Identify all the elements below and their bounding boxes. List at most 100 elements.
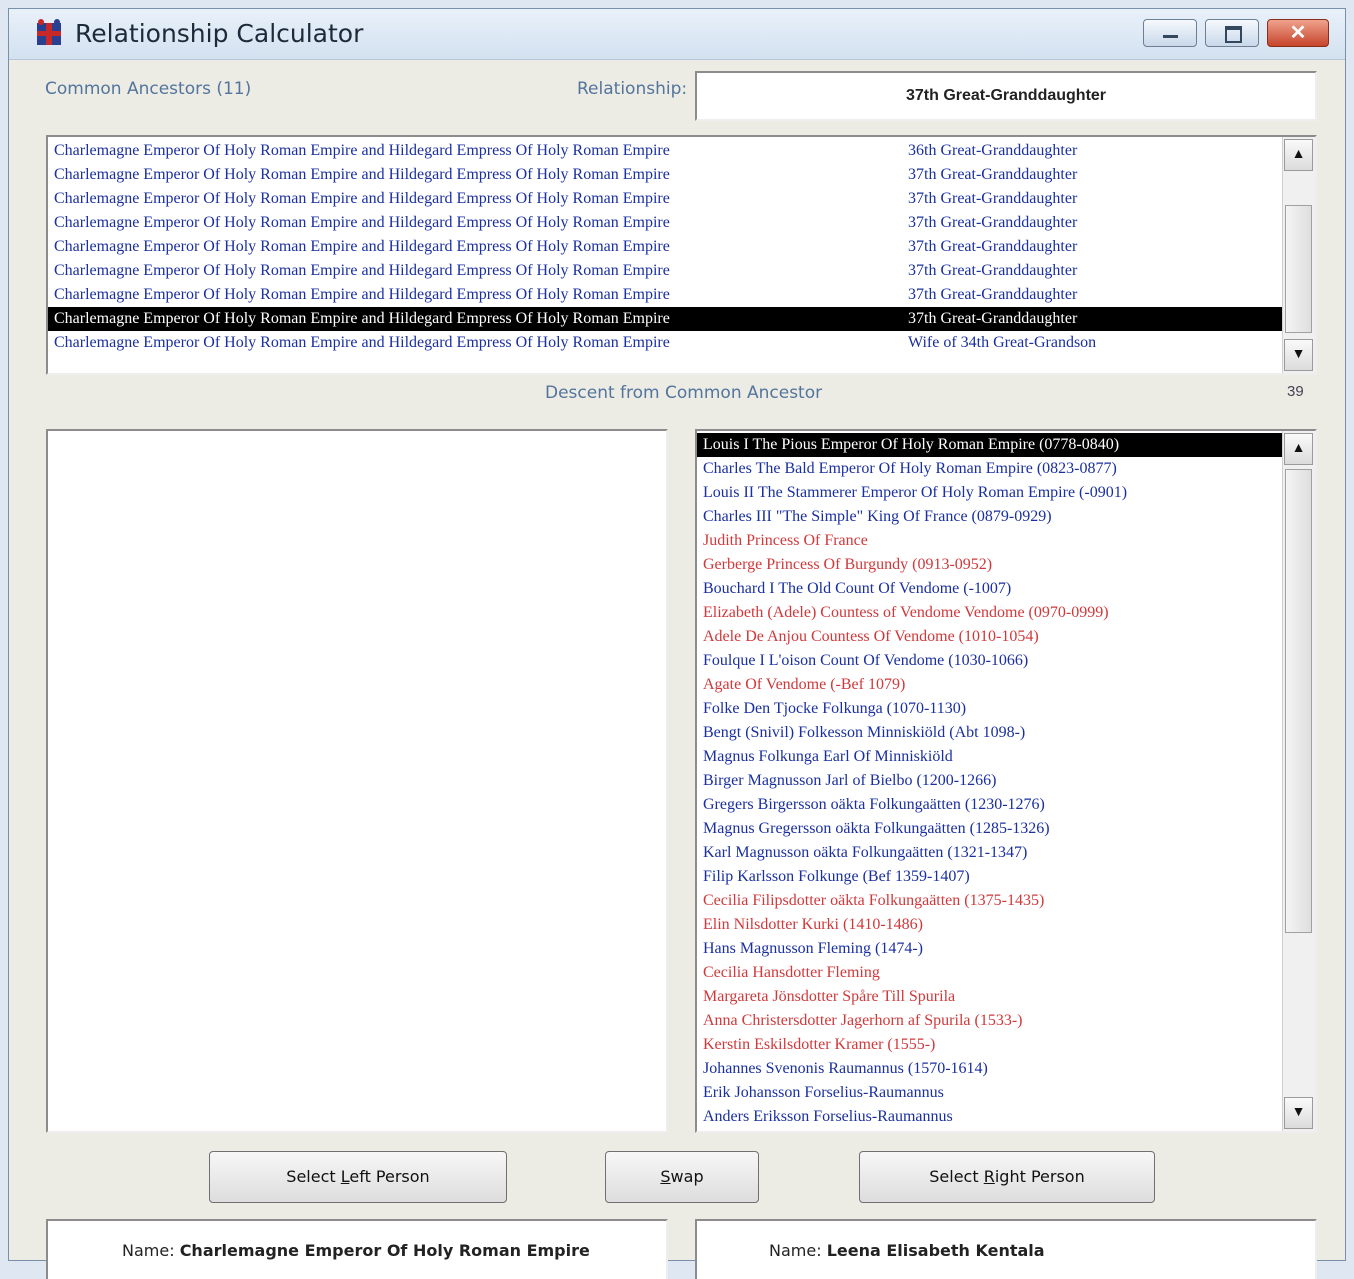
title-bar: Relationship Calculator ✕ bbox=[9, 9, 1345, 60]
descent-row[interactable]: Gregers Birgersson oäkta Folkungaätten (… bbox=[697, 793, 1283, 817]
ancestor-relationship: 37th Great-Granddaughter bbox=[908, 238, 1078, 255]
relationship-value: 37th Great-Granddaughter bbox=[695, 71, 1317, 121]
descent-row[interactable]: Birger Magnusson Jarl of Bielbo (1200-12… bbox=[697, 769, 1283, 793]
scroll-down-button[interactable]: ▼ bbox=[1284, 339, 1313, 371]
ancestor-row[interactable]: Charlemagne Emperor Of Holy Roman Empire… bbox=[48, 139, 1283, 163]
descent-row[interactable]: Erik Johansson Forselius-Raumannus bbox=[697, 1081, 1283, 1105]
descent-row[interactable]: Margareta Jönsdotter Spåre Till Spurila bbox=[697, 985, 1283, 1009]
descent-row[interactable]: Elizabeth (Adele) Countess of Vendome Ve… bbox=[697, 601, 1283, 625]
btn-text: wap bbox=[670, 1167, 704, 1186]
descent-row[interactable]: Foulque I L'oison Count Of Vendome (1030… bbox=[697, 649, 1283, 673]
descent-person: Gregers Birgersson oäkta Folkungaätten (… bbox=[703, 796, 1045, 813]
left-person-name-line: Name: Charlemagne Emperor Of Holy Roman … bbox=[122, 1241, 590, 1260]
ancestor-row[interactable]: Charlemagne Emperor Of Holy Roman Empire… bbox=[48, 259, 1283, 283]
descent-row[interactable]: Charles III "The Simple" King Of France … bbox=[697, 505, 1283, 529]
ancestor-row[interactable]: Charlemagne Emperor Of Holy Roman Empire… bbox=[48, 163, 1283, 187]
descent-row[interactable]: Filip Karlsson Folkunge (Bef 1359-1407) bbox=[697, 865, 1283, 889]
descent-row[interactable]: Karl Magnusson oäkta Folkungaätten (1321… bbox=[697, 841, 1283, 865]
ancestor-row[interactable]: Charlemagne Emperor Of Holy Roman Empire… bbox=[48, 307, 1283, 331]
btn-text: ight Person bbox=[994, 1167, 1085, 1186]
descent-row[interactable]: Judith Princess Of France bbox=[697, 529, 1283, 553]
ancestor-row[interactable]: Charlemagne Emperor Of Holy Roman Empire… bbox=[48, 187, 1283, 211]
descent-person: Erik Johansson Forselius-Raumannus bbox=[703, 1084, 944, 1101]
descent-row[interactable]: Bengt (Snivil) Folkesson Minniskiöld (Ab… bbox=[697, 721, 1283, 745]
descent-person: Louis I The Pious Emperor Of Holy Roman … bbox=[703, 436, 1120, 453]
descent-row[interactable]: Magnus Gregersson oäkta Folkungaätten (1… bbox=[697, 817, 1283, 841]
descent-row[interactable]: Louis I The Pious Emperor Of Holy Roman … bbox=[697, 433, 1283, 457]
descent-row[interactable]: Magnus Folkunga Earl Of Minniskiöld bbox=[697, 745, 1283, 769]
descent-person: Filip Karlsson Folkunge (Bef 1359-1407) bbox=[703, 868, 970, 885]
select-right-person-button[interactable]: Select Right Person bbox=[859, 1151, 1155, 1203]
descent-person: Margareta Jönsdotter Spåre Till Spurila bbox=[703, 988, 956, 1005]
descent-scrollbar[interactable]: ▲ ▼ bbox=[1282, 431, 1315, 1131]
descent-person: Karl Magnusson oäkta Folkungaätten (1321… bbox=[703, 844, 1028, 861]
relationship-calculator-window: Relationship Calculator ✕ Common Ancesto… bbox=[8, 8, 1346, 1279]
left-descent-list[interactable] bbox=[46, 429, 668, 1133]
common-ancestors-label: Common Ancestors (11) bbox=[45, 79, 252, 99]
minimize-button[interactable] bbox=[1143, 19, 1197, 47]
ancestors-scrollbar[interactable]: ▲ ▼ bbox=[1282, 137, 1315, 373]
descent-row[interactable]: Kerstin Eskilsdotter Kramer (1555-) bbox=[697, 1033, 1283, 1057]
maximize-button[interactable] bbox=[1205, 19, 1259, 47]
btn-accel: S bbox=[660, 1167, 671, 1186]
scroll-thumb[interactable] bbox=[1285, 205, 1312, 333]
descent-row[interactable]: Cecilia Hansdotter Fleming bbox=[697, 961, 1283, 985]
descent-person: Elin Nilsdotter Kurki (1410-1486) bbox=[703, 916, 923, 933]
descent-person: Adele De Anjou Countess Of Vendome (1010… bbox=[703, 628, 1039, 645]
ancestor-name: Charlemagne Emperor Of Holy Roman Empire… bbox=[54, 214, 670, 231]
right-person-name-line: Name: Leena Elisabeth Kentala bbox=[769, 1241, 1045, 1260]
ancestor-relationship: 37th Great-Granddaughter bbox=[908, 214, 1078, 231]
descent-row[interactable]: Adele De Anjou Countess Of Vendome (1010… bbox=[697, 625, 1283, 649]
down-arrow-icon: ▼ bbox=[1291, 347, 1306, 362]
right-descent-list[interactable]: Louis I The Pious Emperor Of Holy Roman … bbox=[695, 429, 1317, 1133]
descent-person: Elizabeth (Adele) Countess of Vendome Ve… bbox=[703, 604, 1109, 621]
ancestor-row[interactable]: Charlemagne Emperor Of Holy Roman Empire… bbox=[48, 331, 1283, 355]
descent-person: Bengt (Snivil) Folkesson Minniskiöld (Ab… bbox=[703, 724, 1026, 741]
descent-person: Magnus Gregersson oäkta Folkungaätten (1… bbox=[703, 820, 1050, 837]
descent-person: Birger Magnusson Jarl of Bielbo (1200-12… bbox=[703, 772, 997, 789]
right-person-panel: Name: Leena Elisabeth Kentala bbox=[695, 1219, 1317, 1279]
ancestor-row[interactable]: Charlemagne Emperor Of Holy Roman Empire… bbox=[48, 283, 1283, 307]
maximize-icon bbox=[1225, 26, 1242, 43]
ancestor-name: Charlemagne Emperor Of Holy Roman Empire… bbox=[54, 262, 670, 279]
descent-scroll-down-button[interactable]: ▼ bbox=[1284, 1097, 1313, 1129]
swap-button[interactable]: Swap bbox=[605, 1151, 759, 1203]
descent-row[interactable]: Agate Of Vendome (-Bef 1079) bbox=[697, 673, 1283, 697]
descent-row[interactable]: Bouchard I The Old Count Of Vendome (-10… bbox=[697, 577, 1283, 601]
close-icon: ✕ bbox=[1289, 22, 1307, 44]
descent-row[interactable]: Elin Nilsdotter Kurki (1410-1486) bbox=[697, 913, 1283, 937]
common-ancestors-list[interactable]: Charlemagne Emperor Of Holy Roman Empire… bbox=[46, 135, 1317, 375]
ancestor-name: Charlemagne Emperor Of Holy Roman Empire… bbox=[54, 142, 670, 159]
descent-scroll-up-button[interactable]: ▲ bbox=[1284, 433, 1313, 465]
descent-person: Anders Eriksson Forselius-Raumannus bbox=[703, 1108, 953, 1125]
up-arrow-icon: ▲ bbox=[1291, 441, 1306, 456]
descent-person: Cecilia Hansdotter Fleming bbox=[703, 964, 880, 981]
select-left-person-button[interactable]: Select Left Person bbox=[209, 1151, 507, 1203]
descent-person: Cecilia Filipsdotter oäkta Folkungaätten… bbox=[703, 892, 1045, 909]
descent-row[interactable]: Anders Eriksson Forselius-Raumannus bbox=[697, 1105, 1283, 1129]
family-tree-app-icon bbox=[37, 19, 61, 45]
btn-accel: R bbox=[983, 1167, 995, 1186]
close-button[interactable]: ✕ bbox=[1267, 19, 1329, 47]
ancestor-relationship: 37th Great-Granddaughter bbox=[908, 262, 1078, 279]
descent-row[interactable]: Gerberge Princess Of Burgundy (0913-0952… bbox=[697, 553, 1283, 577]
descent-person: Magnus Folkunga Earl Of Minniskiöld bbox=[703, 748, 953, 765]
ancestor-row[interactable]: Charlemagne Emperor Of Holy Roman Empire… bbox=[48, 211, 1283, 235]
btn-text: Select bbox=[286, 1167, 341, 1186]
ancestor-name: Charlemagne Emperor Of Holy Roman Empire… bbox=[54, 166, 670, 183]
ancestor-row[interactable]: Charlemagne Emperor Of Holy Roman Empire… bbox=[48, 235, 1283, 259]
descent-row[interactable]: Anna Christersdotter Jagerhorn af Spuril… bbox=[697, 1009, 1283, 1033]
ancestor-relationship: Wife of 34th Great-Grandson bbox=[908, 334, 1097, 351]
descent-row[interactable]: Folke Den Tjocke Folkunga (1070-1130) bbox=[697, 697, 1283, 721]
descent-person: Judith Princess Of France bbox=[703, 532, 868, 549]
descent-scroll-thumb[interactable] bbox=[1285, 469, 1312, 933]
descent-person: Kerstin Eskilsdotter Kramer (1555-) bbox=[703, 1036, 936, 1053]
descent-row[interactable]: Cecilia Filipsdotter oäkta Folkungaätten… bbox=[697, 889, 1283, 913]
descent-row[interactable]: Louis II The Stammerer Emperor Of Holy R… bbox=[697, 481, 1283, 505]
ancestor-relationship: 37th Great-Granddaughter bbox=[908, 286, 1078, 303]
descent-row[interactable]: Johannes Svenonis Raumannus (1570-1614) bbox=[697, 1057, 1283, 1081]
descent-row[interactable]: Charles The Bald Emperor Of Holy Roman E… bbox=[697, 457, 1283, 481]
descent-person: Charles The Bald Emperor Of Holy Roman E… bbox=[703, 460, 1117, 477]
scroll-up-button[interactable]: ▲ bbox=[1284, 139, 1313, 171]
descent-row[interactable]: Hans Magnusson Fleming (1474-) bbox=[697, 937, 1283, 961]
